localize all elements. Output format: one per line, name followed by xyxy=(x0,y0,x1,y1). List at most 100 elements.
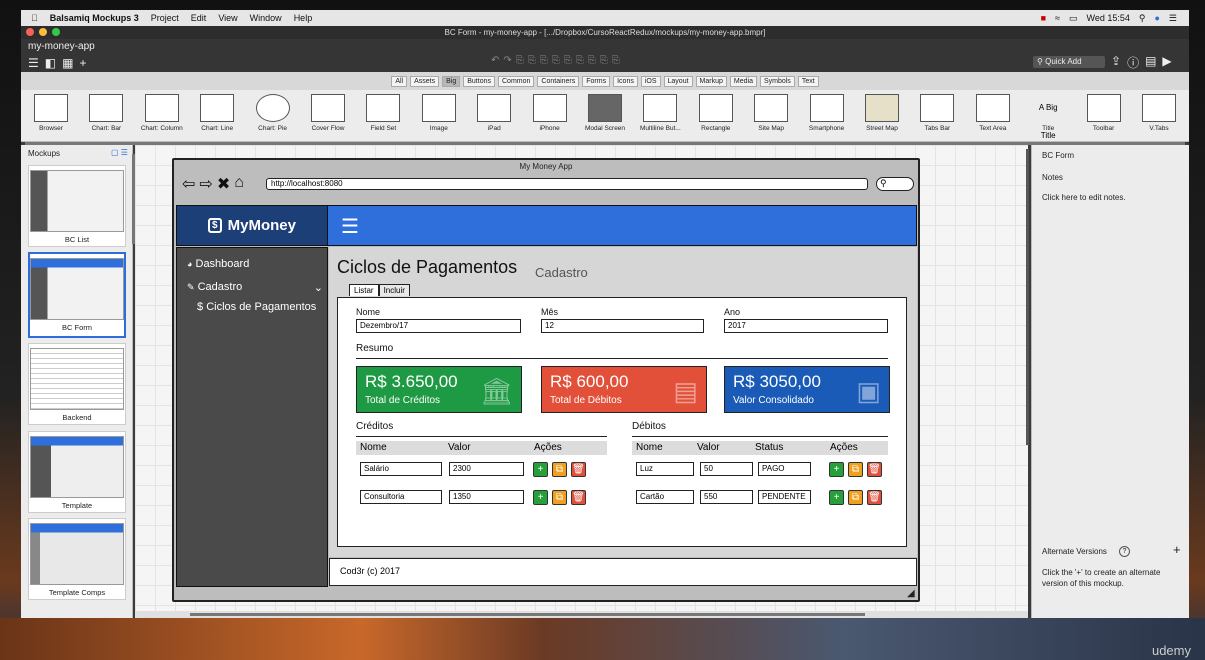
info-icon[interactable]: ⓘ xyxy=(1127,54,1139,71)
close-button[interactable] xyxy=(26,28,34,36)
credito-nome-1[interactable]: Salário xyxy=(360,462,442,476)
mockup-thumb-template[interactable]: Template xyxy=(28,431,126,513)
library-item-multiline-but-[interactable]: Multiline But... xyxy=(634,94,686,132)
ano-input[interactable]: 2017 xyxy=(724,319,888,333)
category-containers[interactable]: Containers xyxy=(537,75,580,87)
library-item-smartphone[interactable]: Smartphone xyxy=(801,94,853,132)
debito-nome-2[interactable]: Cartão xyxy=(636,490,694,504)
credito-valor-1[interactable]: 2300 xyxy=(449,462,524,476)
browser-search-field[interactable]: ⚲ xyxy=(876,177,914,191)
category-icons[interactable]: Icons xyxy=(613,75,638,87)
clone-button[interactable]: ⧉ xyxy=(848,490,863,505)
hamburger-icon[interactable]: ☰ xyxy=(341,214,359,239)
category-text[interactable]: Text xyxy=(797,75,819,87)
category-forms[interactable]: Forms xyxy=(582,75,611,87)
debito-status-1[interactable]: PAGO xyxy=(758,462,811,476)
notes-field[interactable]: Click here to edit notes. xyxy=(1042,193,1126,202)
canvas-vertical-scrollbar[interactable] xyxy=(1026,149,1029,445)
category-big[interactable]: Big xyxy=(442,75,461,87)
grid-view-icon[interactable]: ▦ xyxy=(62,56,73,70)
mockup-thumb-bc-list[interactable]: BC List xyxy=(28,165,126,247)
credito-nome-2[interactable]: Consultoria xyxy=(360,490,442,504)
library-item-image[interactable]: Image xyxy=(413,94,465,132)
forward-arrow-icon[interactable]: ⇨ xyxy=(199,174,212,194)
apple-icon[interactable]:  xyxy=(31,13,38,23)
single-view-icon[interactable]: ◧ xyxy=(45,56,56,70)
library-item-chart-column[interactable]: Chart: Column xyxy=(136,94,188,132)
delete-button[interactable]: 🗑 xyxy=(571,490,586,505)
library-item-iphone[interactable]: iPhone xyxy=(524,94,576,132)
mockup-thumb-backend[interactable]: Backend xyxy=(28,343,126,425)
mes-input[interactable]: 12 xyxy=(541,319,704,333)
menu-clock[interactable]: Wed 15:54 xyxy=(1087,13,1130,23)
debito-nome-1[interactable]: Luz xyxy=(636,462,694,476)
app-logo[interactable]: $ MyMoney xyxy=(176,205,328,246)
add-button[interactable]: + xyxy=(533,462,548,477)
add-alternate-version-button[interactable]: + xyxy=(1173,542,1181,557)
airplay-icon[interactable]: ▭ xyxy=(1069,13,1078,24)
clone-button[interactable]: ⧉ xyxy=(552,462,567,477)
add-button[interactable]: + xyxy=(533,490,548,505)
siri-icon[interactable]: ● xyxy=(1154,13,1159,23)
browser-mockup[interactable]: My Money App ⇦ ⇨ ✖ ⌂ http://localhost:80… xyxy=(172,158,920,602)
library-item-field-set[interactable]: Field Set xyxy=(357,94,409,132)
canvas-horizontal-scrollbar[interactable] xyxy=(135,611,1028,618)
add-button[interactable]: + xyxy=(829,490,844,505)
tab-incluir[interactable]: Incluir xyxy=(378,284,410,296)
mockup-thumb-template-comps[interactable]: Template Comps xyxy=(28,518,126,600)
export-icon[interactable]: ⇪ xyxy=(1111,54,1121,71)
menu-app-name[interactable]: Balsamiq Mockups 3 xyxy=(50,13,139,23)
library-item-chart-bar[interactable]: Chart: Bar xyxy=(80,94,132,132)
delete-button[interactable]: 🗑 xyxy=(571,462,586,477)
debito-valor-1[interactable]: 50 xyxy=(700,462,753,476)
library-item-tabs-bar[interactable]: Tabs Bar xyxy=(911,94,963,132)
credito-valor-2[interactable]: 1350 xyxy=(449,490,524,504)
library-item-rectangle[interactable]: Rectangle xyxy=(690,94,742,132)
menu-icon[interactable]: ☰ xyxy=(28,56,39,70)
panel-view-icons[interactable]: ▢ ☰ xyxy=(111,148,128,157)
notes-icon[interactable]: ▤ xyxy=(1145,54,1156,71)
library-item-chart-pie[interactable]: Chart: Pie xyxy=(247,94,299,132)
url-bar[interactable]: http://localhost:8080 xyxy=(266,178,868,190)
category-assets[interactable]: Assets xyxy=(410,75,440,87)
stop-icon[interactable]: ✖ xyxy=(217,174,230,194)
library-item-modal-screen[interactable]: Modal Screen xyxy=(579,94,631,132)
library-item-v-tabs[interactable]: V.Tabs xyxy=(1133,94,1185,132)
delete-button[interactable]: 🗑 xyxy=(867,490,882,505)
record-icon[interactable]: ■ xyxy=(1041,13,1046,23)
menu-edit[interactable]: Edit xyxy=(191,13,207,23)
category-common[interactable]: Common xyxy=(498,75,535,87)
tab-listar[interactable]: Listar xyxy=(349,284,379,296)
clone-button[interactable]: ⧉ xyxy=(552,490,567,505)
library-item-title[interactable]: A Big Title Title xyxy=(1022,94,1074,140)
home-icon[interactable]: ⌂ xyxy=(234,174,244,194)
category-markup[interactable]: Markup xyxy=(695,75,727,87)
library-item-text-area[interactable]: Text Area xyxy=(967,94,1019,132)
minimize-button[interactable] xyxy=(39,28,47,36)
debito-valor-2[interactable]: 550 xyxy=(700,490,753,504)
library-item-browser[interactable]: Browser xyxy=(25,94,77,132)
library-item-site-map[interactable]: Site Map xyxy=(745,94,797,132)
menu-help[interactable]: Help xyxy=(294,13,313,23)
library-item-street-map[interactable]: Street Map xyxy=(856,94,908,132)
zoom-button[interactable] xyxy=(52,28,60,36)
spotlight-search-icon[interactable]: ⚲ xyxy=(1139,13,1146,24)
help-icon[interactable]: ? xyxy=(1119,546,1130,557)
notification-center-icon[interactable]: ☰ xyxy=(1169,13,1177,24)
sidebar-item-dashboard[interactable]: ◕ Dashboard xyxy=(187,258,249,270)
clone-button[interactable]: ⧉ xyxy=(848,462,863,477)
category-symbols[interactable]: Symbols xyxy=(759,75,795,87)
category-media[interactable]: Media xyxy=(729,75,757,87)
menu-view[interactable]: View xyxy=(218,13,237,23)
debito-status-2[interactable]: PENDENTE xyxy=(758,490,811,504)
sidebar-item-ciclos[interactable]: $ Ciclos de Pagamentos xyxy=(197,301,316,313)
mockup-thumb-bc-form[interactable]: BC Form xyxy=(28,252,126,338)
quick-add-input[interactable]: ⚲ Quick Add xyxy=(1033,56,1105,68)
library-item-ipad[interactable]: iPad xyxy=(468,94,520,132)
category-layout[interactable]: Layout xyxy=(663,75,693,87)
back-arrow-icon[interactable]: ⇦ xyxy=(182,174,195,194)
nome-input[interactable]: Dezembro/17 xyxy=(356,319,521,333)
menu-project[interactable]: Project xyxy=(151,13,179,23)
add-icon[interactable]: + xyxy=(79,56,86,70)
add-button[interactable]: + xyxy=(829,462,844,477)
